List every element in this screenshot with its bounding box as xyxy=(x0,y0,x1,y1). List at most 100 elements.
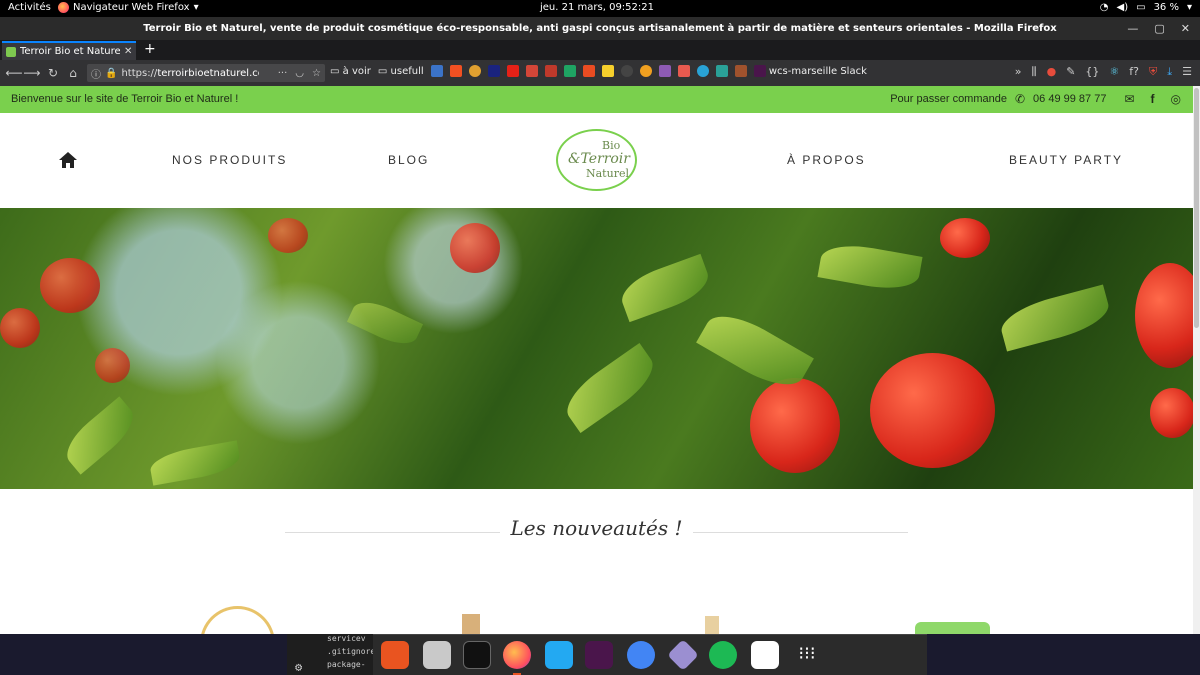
menu-icon[interactable]: ☰ xyxy=(1182,65,1192,79)
json-icon[interactable]: {} xyxy=(1085,65,1099,79)
bookmark-icon[interactable] xyxy=(430,65,443,77)
bookmark-wcs-slack[interactable]: wcs-marseille Slack xyxy=(753,65,867,77)
envelope-icon[interactable]: ✉ xyxy=(1124,92,1134,106)
firefox-icon[interactable] xyxy=(503,641,531,675)
leaf xyxy=(148,440,242,486)
logo-text-naturel: Naturel xyxy=(586,167,629,180)
order-label: Pour passer commande xyxy=(890,93,1007,105)
site-logo[interactable]: Bio &Terroir Naturel xyxy=(556,129,637,191)
gear-icon[interactable]: ⚙ xyxy=(295,660,302,674)
nav-link-products[interactable]: NOS PRODUITS xyxy=(172,153,287,167)
bookmarks-toolbar: ▭ à voir ▭ usefull wcs-marseille Slack xyxy=(330,65,867,77)
instagram-icon[interactable]: ◎ xyxy=(1171,92,1181,106)
home-button[interactable]: ⌂ xyxy=(63,66,83,80)
terminal-icon[interactable] xyxy=(463,641,491,669)
orange-fruit xyxy=(870,353,995,468)
product-thumbnail[interactable] xyxy=(462,614,480,634)
bookmark-icon[interactable] xyxy=(544,65,557,77)
clock[interactable]: jeu. 21 mars, 09:52:21 xyxy=(540,2,654,13)
file-item[interactable]: package- xyxy=(327,660,366,669)
font-icon[interactable]: f? xyxy=(1129,65,1139,79)
bookmark-icon[interactable] xyxy=(677,65,690,77)
firefox-icon xyxy=(58,2,69,13)
bookmark-icon[interactable] xyxy=(582,65,595,77)
files-icon[interactable] xyxy=(423,641,451,669)
product-thumbnail[interactable] xyxy=(200,606,275,634)
minimize-button[interactable]: — xyxy=(1127,22,1138,35)
forward-button[interactable]: ⟶ xyxy=(22,66,42,80)
document-viewer-icon[interactable] xyxy=(751,641,779,669)
chromium-icon[interactable] xyxy=(627,641,655,669)
phone-icon: ✆ xyxy=(1014,92,1026,106)
window-title: Terroir Bio et Naturel, vente de produit… xyxy=(0,17,1200,40)
software-center-icon[interactable] xyxy=(381,641,409,669)
shield-icon[interactable]: ⛨ xyxy=(1149,65,1157,79)
volume-icon: ◀) xyxy=(1116,2,1129,13)
bookmark-icon[interactable] xyxy=(696,65,709,77)
close-tab-icon[interactable]: ✕ xyxy=(124,46,132,57)
home-icon[interactable] xyxy=(58,151,78,174)
reload-button[interactable]: ↻ xyxy=(43,66,63,80)
phone-number[interactable]: 06 49 99 87 77 xyxy=(1033,93,1106,105)
page-scrollbar[interactable] xyxy=(1193,86,1200,634)
bookmark-icon[interactable] xyxy=(487,65,500,77)
url-bar[interactable]: ⓘ 🔒 https://terroirbioetnaturel.com ··· … xyxy=(87,64,325,82)
nav-link-beauty-party[interactable]: BEAUTY PARTY xyxy=(1009,153,1123,167)
app-grid-icon[interactable]: ⁝⁝⁝ xyxy=(793,641,821,669)
product-thumbnail[interactable] xyxy=(915,622,990,634)
file-item[interactable]: servicev xyxy=(327,634,366,643)
wifi-icon: ◔ xyxy=(1099,2,1109,13)
more-actions-icon[interactable]: ··· xyxy=(278,68,288,79)
orange-fruit xyxy=(0,308,40,348)
logo-text-terroir: &Terroir xyxy=(568,151,630,167)
chevron-down-icon: ▾ xyxy=(1186,2,1192,13)
system-tray[interactable]: ◔ ◀) ▭ 36 % ▾ xyxy=(1100,2,1192,13)
bookmark-icon[interactable] xyxy=(715,65,728,77)
react-icon[interactable]: ⚛ xyxy=(1109,65,1119,79)
slack-icon xyxy=(753,65,766,77)
bookmark-folder-a-voir[interactable]: ▭ à voir xyxy=(330,66,371,77)
google-drive-icon[interactable] xyxy=(563,65,576,77)
bookmark-icon[interactable] xyxy=(601,65,614,77)
activities-button[interactable]: Activités xyxy=(8,2,51,13)
maximize-button[interactable]: ▢ xyxy=(1154,22,1164,35)
back-button[interactable]: ⟵ xyxy=(4,66,24,80)
overflow-chevron-icon[interactable]: » xyxy=(1015,65,1022,79)
vscode-icon[interactable] xyxy=(545,641,573,669)
info-icon[interactable]: ⓘ xyxy=(91,66,101,81)
bookmark-icon[interactable] xyxy=(734,65,747,77)
nav-link-about[interactable]: À PROPOS xyxy=(787,153,866,167)
facebook-icon[interactable]: f xyxy=(1151,92,1155,106)
bookmark-icon[interactable] xyxy=(449,65,462,77)
orange-fruit xyxy=(1150,388,1193,438)
tab-active[interactable]: Terroir Bio et Naturel, ve ✕ xyxy=(2,41,136,60)
close-window-button[interactable]: ✕ xyxy=(1181,22,1190,35)
tab-bar: Terroir Bio et Naturel, ve ✕ xyxy=(0,40,1200,60)
nav-link-blog[interactable]: BLOG xyxy=(388,153,429,167)
adblock-icon[interactable]: ● xyxy=(1047,65,1057,79)
url-text: https://terroirbioetnaturel.com xyxy=(121,67,259,79)
download-icon[interactable]: ⤓ xyxy=(1167,65,1172,79)
slack-icon[interactable] xyxy=(585,641,613,669)
bookmark-star-icon[interactable]: ☆ xyxy=(312,68,321,79)
library-icon[interactable]: ⫼ xyxy=(1032,65,1037,79)
github-icon[interactable] xyxy=(620,65,633,77)
bookmark-folder-usefull[interactable]: ▭ usefull xyxy=(378,66,424,77)
bookmark-icon[interactable] xyxy=(639,65,652,77)
eyedropper-icon[interactable]: ✎ xyxy=(1066,65,1075,79)
gem-icon[interactable] xyxy=(667,639,699,671)
window-controls: — ▢ ✕ xyxy=(1127,17,1190,40)
youtube-icon[interactable] xyxy=(506,65,519,77)
scrollbar-thumb[interactable] xyxy=(1194,88,1199,328)
product-thumbnail[interactable] xyxy=(705,616,719,634)
pocket-icon[interactable]: ◡ xyxy=(295,68,304,79)
top-info-band: Bienvenue sur le site de Terroir Bio et … xyxy=(0,86,1193,113)
file-item[interactable]: .gitignore xyxy=(327,647,375,656)
gmail-icon[interactable] xyxy=(525,65,538,77)
bookmark-icon[interactable] xyxy=(658,65,671,77)
spotify-icon[interactable] xyxy=(709,641,737,669)
app-menu[interactable]: Navigateur Web Firefox ▾ xyxy=(58,2,199,13)
bookmark-icon[interactable] xyxy=(468,65,481,77)
new-tab-button[interactable]: + xyxy=(144,41,156,57)
toolbar-extensions: » ⫼ ● ✎ {} ⚛ f? ⛨ ⤓ ☰ xyxy=(1015,65,1192,79)
